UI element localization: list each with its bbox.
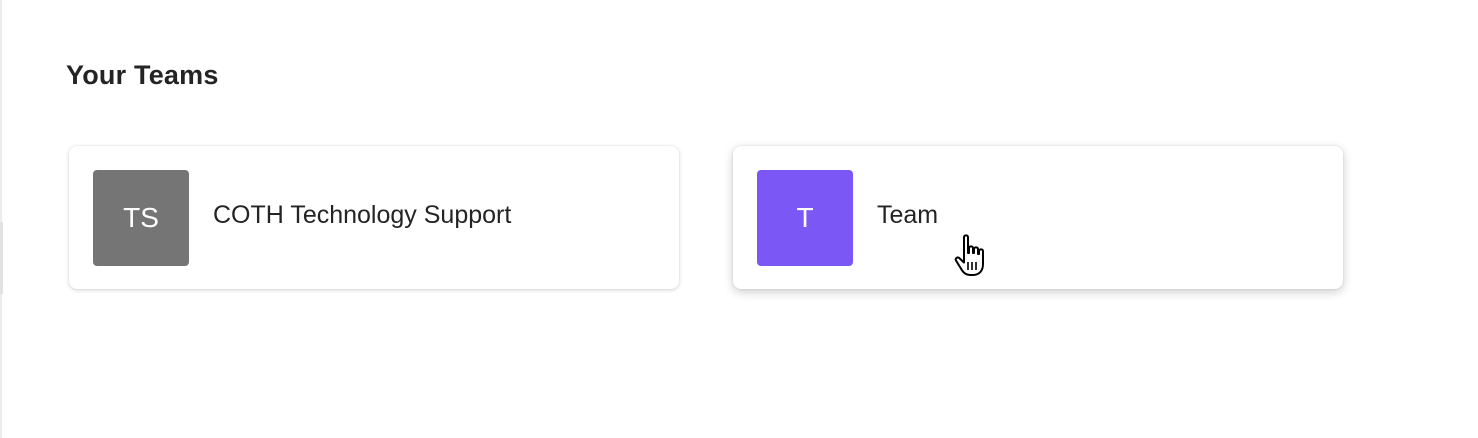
teams-page: Your Teams TS COTH Technology Support T … <box>0 0 1478 438</box>
team-card-team[interactable]: T Team <box>733 146 1343 289</box>
team-name: COTH Technology Support <box>213 201 512 229</box>
team-avatar: T <box>757 170 853 266</box>
left-panel-border <box>0 0 2 438</box>
team-name: Team <box>877 201 939 229</box>
left-panel-handle[interactable] <box>0 222 3 294</box>
team-card-coth-technology-support[interactable]: TS COTH Technology Support <box>69 146 679 289</box>
section-title: Your Teams <box>66 60 219 90</box>
team-avatar: TS <box>93 170 189 266</box>
